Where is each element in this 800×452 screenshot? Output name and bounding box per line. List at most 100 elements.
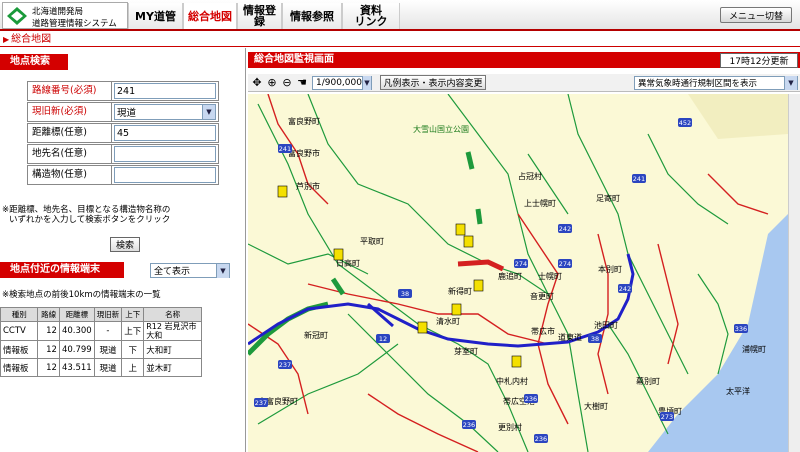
map-scrollbar[interactable]	[788, 94, 800, 452]
route-number: 12	[379, 335, 387, 343]
cell-name: R12 岩見沢市大和	[143, 321, 202, 341]
route-number: 242	[559, 225, 571, 233]
legend-button[interactable]: 凡例表示・表示内容変更	[380, 75, 486, 90]
info-board-marker-icon[interactable]	[417, 321, 428, 334]
place-label: 中札内村	[496, 376, 528, 386]
nav-info-register[interactable]: 情報登録	[237, 3, 282, 29]
cell-route: 12	[37, 340, 60, 359]
nav-my-dokan[interactable]: MY道管	[128, 3, 183, 29]
chevron-down-icon[interactable]: ▼	[216, 263, 229, 278]
col-cur-old-new: 現旧新	[93, 307, 123, 322]
place-name-label: 地先名(任意)	[28, 145, 112, 163]
route-number: 236	[525, 395, 537, 403]
terminal-filter-select[interactable]: 全て表示 ▼	[150, 263, 230, 278]
distance-marker-row: 距離標(任意)	[27, 123, 219, 143]
search-button[interactable]: 検索	[110, 237, 140, 252]
menu-switch-button[interactable]: メニュー切替	[720, 7, 792, 23]
cell-cur-old-new: 現道	[93, 358, 123, 377]
place-label: 更別村	[498, 422, 522, 432]
road-map[interactable]: 大雪山国立公園 富良野市 富良野町 上士幌町 足寄町 本別町 池田町 幕別町 中…	[248, 94, 788, 452]
info-board-marker-icon[interactable]	[473, 279, 484, 292]
restricted-section	[457, 259, 505, 272]
nav-general-map[interactable]: 総合地図	[183, 3, 237, 29]
place-name-input[interactable]	[114, 146, 216, 162]
col-distance: 距離標	[58, 307, 95, 322]
zoom-in-icon[interactable]: ⊕	[265, 76, 279, 90]
place-label: 清水町	[436, 316, 460, 326]
info-board-marker-icon[interactable]	[463, 235, 474, 248]
regulation-select[interactable]: 異常気象時通行規制区間を表示 ▼	[634, 76, 798, 90]
sea-label: 太平洋	[726, 386, 750, 396]
info-board-marker-icon[interactable]	[455, 223, 466, 236]
current-old-new-select[interactable]: 現道 ▼	[114, 104, 216, 120]
cell-distance: 40.300	[58, 321, 95, 341]
search-note-line2: いずれかを入力して検索ボタンをクリック	[9, 215, 171, 225]
place-name-row: 地先名(任意)	[27, 144, 219, 164]
breadcrumb: ▶ 総合地図	[0, 33, 800, 47]
info-board-marker-icon[interactable]	[451, 303, 462, 316]
logo: 北海道開発局 道路管理情報システム	[2, 2, 128, 29]
route-number: 274	[515, 260, 527, 268]
update-button[interactable]: 17時12分更新	[720, 53, 798, 68]
terminal-note: ※検索地点の前後10kmの情報端末の一覧	[2, 290, 161, 300]
cell-distance: 40.799	[58, 340, 95, 359]
route-number-row: 路線番号(必須)	[27, 81, 219, 101]
cell-direction: 下	[121, 340, 145, 359]
info-board-marker-icon[interactable]	[277, 185, 288, 198]
structure-input[interactable]	[114, 167, 216, 183]
zoom-out-icon[interactable]: ⊖	[280, 76, 294, 90]
table-header-row: 種別 路線 距離標 現旧新 上下 名称	[0, 307, 202, 322]
search-panel-title: 地点検索	[0, 54, 68, 70]
distance-marker-input[interactable]	[114, 125, 216, 141]
table-row[interactable]: CCTV 12 40.300 - 上下 R12 岩見沢市大和	[0, 321, 202, 341]
route-number: 241	[279, 145, 291, 153]
route-number: 38	[401, 290, 409, 298]
cell-type: 情報板	[0, 340, 39, 359]
chevron-down-icon[interactable]: ▼	[202, 105, 215, 119]
cell-type: CCTV	[0, 321, 39, 341]
route-number: 242	[619, 285, 631, 293]
route-number: 452	[679, 119, 691, 127]
chevron-down-icon[interactable]: ▼	[784, 76, 797, 90]
place-label: 浦幌町	[742, 344, 766, 354]
nav-info-reference[interactable]: 情報参照	[282, 3, 342, 29]
route-number-input[interactable]	[114, 83, 216, 99]
distance-marker-label: 距離標(任意)	[28, 124, 112, 142]
current-old-new-label: 現旧新(必須)	[28, 103, 112, 121]
green-segment	[475, 208, 483, 225]
cell-type: 情報板	[0, 358, 39, 377]
place-label: 音更町	[530, 291, 554, 301]
breadcrumb-current[interactable]: 総合地図	[11, 34, 51, 45]
terminal-panel-title: 地点付近の情報端末	[0, 262, 124, 278]
table-row[interactable]: 情報板 12 43.511 現道 上 並木町	[0, 358, 202, 377]
scale-select[interactable]: 1/900,000 ▼	[312, 76, 372, 90]
info-board-marker-icon[interactable]	[333, 248, 344, 261]
map-toolbar: ✥ ⊕ ⊖ ☚ 1/900,000 ▼ 凡例表示・表示内容変更 異常気象時通行規制…	[248, 74, 800, 92]
info-board-marker-icon[interactable]	[511, 355, 522, 368]
table-row[interactable]: 情報板 12 40.799 現道 下 大和町	[0, 340, 202, 359]
route-number: 273	[661, 413, 673, 421]
cell-cur-old-new: 現道	[93, 340, 123, 359]
place-label: 大樹町	[584, 401, 608, 411]
left-panel: 地点検索 路線番号(必須) 現旧新(必須) 現道 ▼ 距離標(任意) 地先名(任意…	[0, 48, 246, 452]
route-number: 237	[279, 361, 291, 369]
hand-icon[interactable]: ☚	[295, 76, 309, 90]
place-label: 芦別市	[296, 181, 320, 191]
map-canvas[interactable]: 大雪山国立公園 富良野市 富良野町 上士幌町 足寄町 本別町 池田町 幕別町 中…	[248, 94, 800, 452]
cell-name: 大和町	[143, 340, 202, 359]
chevron-down-icon[interactable]: ▼	[361, 76, 371, 90]
place-label: 本別町	[598, 264, 622, 274]
terminal-filter-value: 全て表示	[154, 267, 191, 277]
green-roads	[248, 94, 729, 452]
logo-mark-icon	[7, 7, 27, 25]
logo-system: 道路管理情報システム	[32, 19, 117, 29]
place-label: 足寄町	[596, 193, 620, 203]
pan-arrow-icon[interactable]: ✥	[250, 76, 264, 90]
col-route: 路線	[37, 307, 60, 322]
place-label: 新得町	[448, 286, 472, 296]
expressway-label: 道東道	[558, 332, 582, 342]
route-number: 241	[633, 175, 645, 183]
top-bar: 北海道開発局 道路管理情報システム MY道管 総合地図 情報登録 情報参照 資料…	[0, 0, 800, 31]
nav-document-links[interactable]: 資料 リンク	[342, 3, 400, 29]
cell-route: 12	[37, 358, 60, 377]
